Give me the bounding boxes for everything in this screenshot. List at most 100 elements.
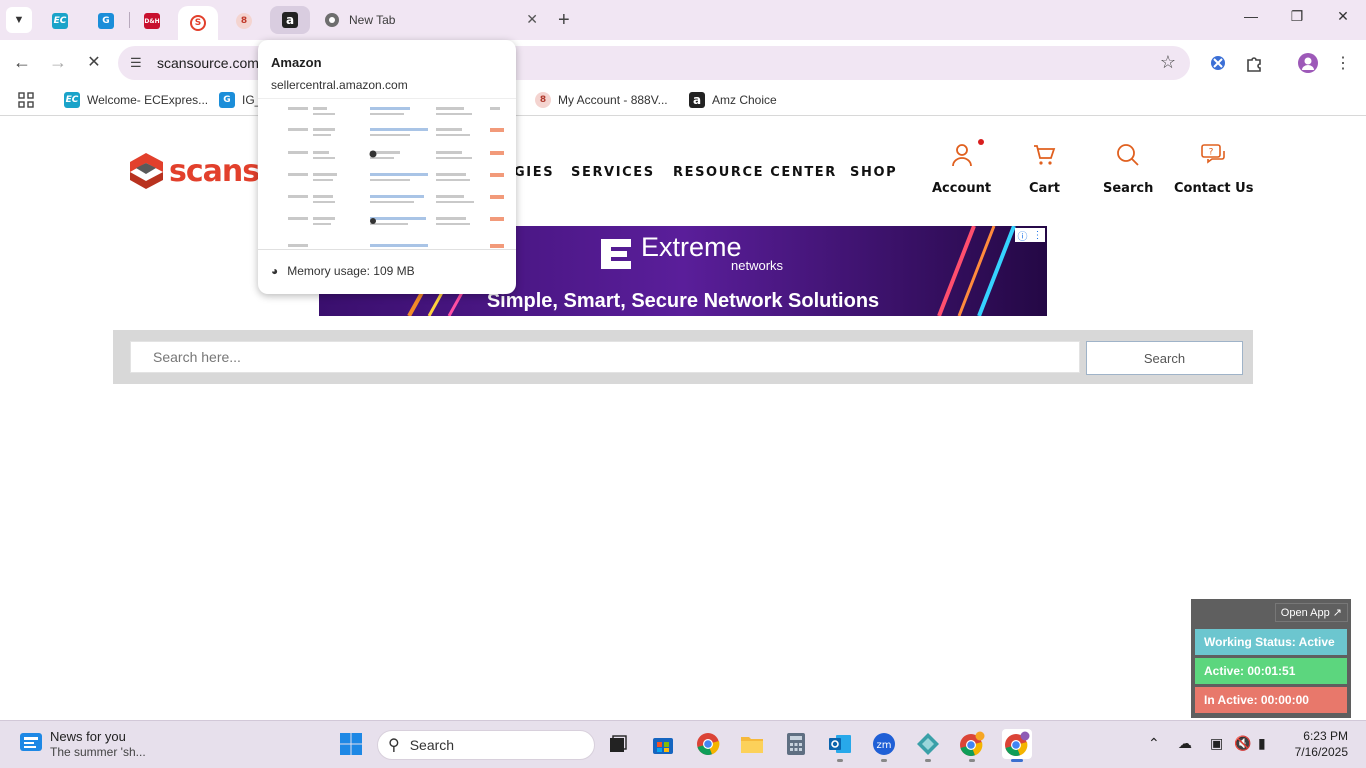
bookmark-ecexpress[interactable]: EC Welcome- ECExpres... <box>64 92 208 108</box>
app-diamond[interactable] <box>915 731 941 757</box>
bookmark-amz-choice[interactable]: a Amz Choice <box>689 92 777 108</box>
cart-icon <box>1032 139 1056 171</box>
extreme-logo-icon <box>601 238 631 269</box>
tab-preview-thumbnail <box>258 98 516 250</box>
url-text[interactable]: scansource.com/ <box>157 55 263 71</box>
outlook-app[interactable] <box>827 731 853 757</box>
file-explorer-app[interactable] <box>739 731 765 757</box>
stop-loading-button[interactable]: ✕ <box>83 52 105 72</box>
task-view-button[interactable] <box>605 731 631 757</box>
scansource-logo[interactable]: scanso <box>130 153 280 189</box>
tab-other[interactable]: 8 <box>224 6 264 36</box>
chrome-icon <box>1005 731 1030 757</box>
ad-choices[interactable]: ⓘ ⋮ <box>1015 228 1045 243</box>
tab-dandh[interactable]: D&H <box>132 6 172 36</box>
amazon-icon: a <box>282 12 298 28</box>
news-widget[interactable]: News for you The summer 'sh... <box>18 729 146 759</box>
chrome-icon <box>960 731 985 757</box>
gauge-icon: ◕ <box>271 264 279 278</box>
chrome-active-app[interactable] <box>1002 729 1032 759</box>
windows-icon <box>340 733 362 755</box>
tab-site[interactable]: G <box>86 6 126 36</box>
start-button[interactable] <box>338 731 364 757</box>
bookmark-star-icon[interactable]: ☆ <box>1160 52 1176 73</box>
tab-scansource[interactable]: S <box>178 6 218 40</box>
cart-label: Cart <box>1029 181 1060 196</box>
nav-resource-center[interactable]: RESOURCE CENTER <box>673 165 837 180</box>
tab-new-tab[interactable]: New Tab ✕ <box>316 6 550 34</box>
new-tab-button[interactable]: + <box>558 8 570 32</box>
calculator-app[interactable] <box>783 731 809 757</box>
volume-muted-icon[interactable]: 🔇 <box>1234 735 1251 752</box>
show-hidden-icons[interactable]: ⌃ <box>1148 735 1160 752</box>
chrome-icon <box>325 13 339 27</box>
site-icon: 8 <box>535 92 551 108</box>
tab-search-button[interactable]: ▼ <box>6 7 32 33</box>
tab-title: New Tab <box>349 13 396 27</box>
tab-separator <box>129 12 130 28</box>
hover-card-title: Amazon <box>271 55 322 70</box>
hover-card-url: sellercentral.amazon.com <box>271 78 408 92</box>
svg-text:zm: zm <box>877 740 892 751</box>
diamond-app-icon <box>917 733 939 755</box>
notification-dot <box>978 139 984 145</box>
windows-taskbar: News for you The summer 'sh... ⚲ Search … <box>0 720 1366 768</box>
profile-avatar[interactable] <box>1297 52 1319 74</box>
close-window-button[interactable]: ✕ <box>1320 8 1366 25</box>
site-info-icon[interactable]: ☰ <box>130 55 142 71</box>
running-indicator <box>881 759 887 762</box>
clock-date: 7/16/2025 <box>1294 745 1348 759</box>
ecexpress-icon: EC <box>64 92 80 108</box>
cart-link[interactable]: Cart <box>1029 139 1060 196</box>
store-app[interactable] <box>650 731 676 757</box>
tab-strip: ▼ EC G D&H S 8 a New Tab ✕ + — ❐ ✕ <box>0 0 1366 40</box>
extension-icon[interactable] <box>1207 52 1229 74</box>
tab-ecexpress[interactable]: EC <box>40 6 80 36</box>
apps-grid-icon[interactable] <box>18 92 34 108</box>
minimize-button[interactable]: — <box>1228 8 1274 24</box>
news-icon <box>20 733 42 751</box>
bookmark-label: Amz Choice <box>712 93 777 107</box>
bookmarks-bar: EC Welcome- ECExpres... G IG_ 8 My Accou… <box>0 86 1366 116</box>
contact-link[interactable]: ? Contact Us <box>1174 139 1253 196</box>
taskbar-search[interactable]: ⚲ Search <box>377 730 595 760</box>
close-tab-icon[interactable]: ✕ <box>526 11 538 28</box>
site-icon: 8 <box>236 13 252 29</box>
restore-button[interactable]: ❐ <box>1274 8 1320 25</box>
search-button[interactable]: Search <box>1086 341 1243 375</box>
site-icon: G <box>98 13 114 29</box>
system-clock[interactable]: 6:23 PM 7/16/2025 <box>1286 728 1348 760</box>
active-indicator <box>1011 759 1023 762</box>
tab-amazon[interactable]: a <box>270 6 310 34</box>
battery-icon[interactable]: ▮ <box>1258 735 1266 752</box>
forward-button[interactable]: → <box>47 52 69 73</box>
info-icon[interactable]: ⓘ <box>1018 228 1028 243</box>
zoom-icon: zm <box>873 733 895 755</box>
extensions-puzzle-icon[interactable] <box>1243 52 1265 74</box>
chrome-app[interactable] <box>695 731 721 757</box>
nav-shop[interactable]: SHOP <box>850 165 897 180</box>
network-icon[interactable]: ▣ <box>1210 735 1223 752</box>
account-link[interactable]: Account <box>932 139 991 196</box>
back-button[interactable]: ← <box>11 52 33 73</box>
search-link[interactable]: Search <box>1103 139 1153 196</box>
bookmark-my-account[interactable]: 8 My Account - 888V... <box>535 92 668 108</box>
bookmark-ig[interactable]: G IG_ <box>219 92 261 108</box>
chrome-profile-app[interactable] <box>959 731 985 757</box>
more-options-icon[interactable]: ⋮ <box>1033 230 1043 241</box>
store-icon <box>653 738 673 754</box>
onedrive-icon[interactable]: ☁ <box>1178 735 1192 752</box>
nav-technologies[interactable]: GIES <box>514 165 554 180</box>
open-app-button[interactable]: Open App ↗ <box>1274 603 1348 622</box>
nav-services[interactable]: SERVICES <box>571 165 655 180</box>
zoom-app[interactable]: zm <box>871 731 897 757</box>
bookmark-label: Welcome- ECExpres... <box>87 93 209 107</box>
clock-time: 6:23 PM <box>1303 729 1348 743</box>
search-input[interactable] <box>130 341 1080 373</box>
dandh-icon: D&H <box>144 13 160 29</box>
site-icon: G <box>219 92 235 108</box>
contact-label: Contact Us <box>1174 181 1254 196</box>
inactive-time: In Active: 00:00:00 <box>1195 687 1347 713</box>
browser-menu-icon[interactable]: ⋮ <box>1332 52 1354 74</box>
news-subtitle: The summer 'sh... <box>50 745 146 759</box>
